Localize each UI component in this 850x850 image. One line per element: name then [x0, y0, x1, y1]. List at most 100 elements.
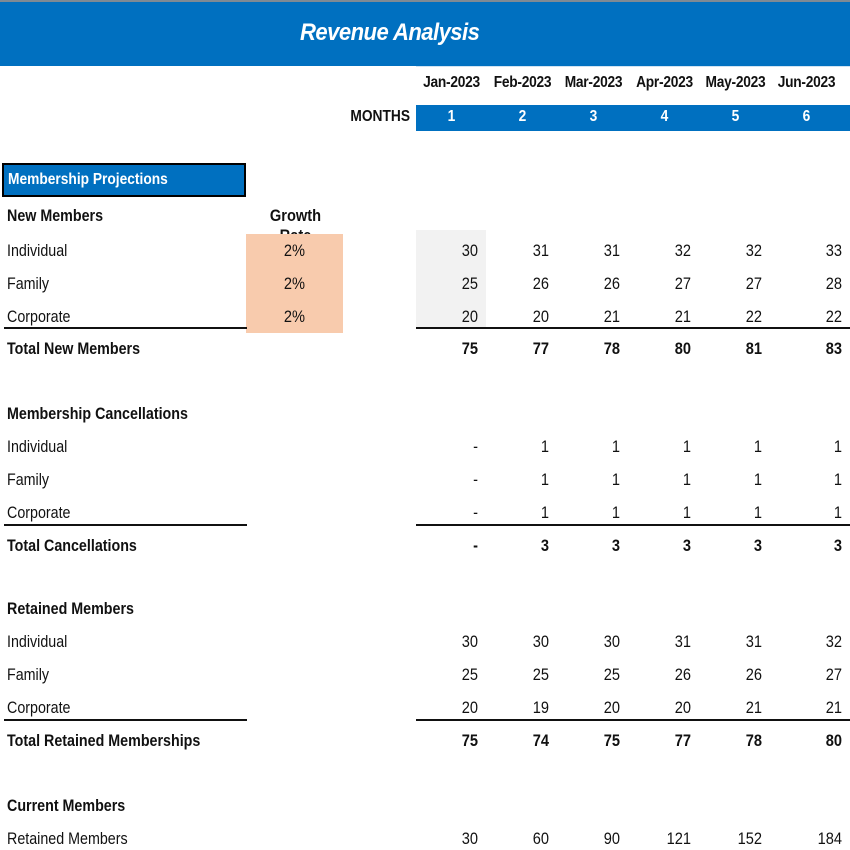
new-members-row-label: Individual — [7, 241, 68, 260]
current-row-cell[interactable]: 30 — [426, 829, 478, 849]
new-members-total-cell[interactable]: 77 — [497, 339, 549, 359]
retained-total-cell[interactable]: 78 — [710, 731, 762, 751]
growth-rate-value[interactable]: 2% — [253, 307, 336, 327]
cancellations-row-cell[interactable]: 1 — [710, 470, 762, 490]
current-heading: Current Members — [7, 796, 126, 815]
new-members-row-cell[interactable]: 25 — [426, 274, 478, 294]
month-number: 2 — [518, 108, 527, 125]
retained-row-cell[interactable]: 31 — [639, 632, 691, 652]
cancellations-row-cell[interactable]: - — [426, 470, 478, 490]
cancellations-total-cell[interactable]: 3 — [568, 536, 620, 556]
new-members-row-cell[interactable]: 30 — [426, 241, 478, 261]
retained-total-cell[interactable]: 80 — [790, 731, 842, 751]
new-members-row-cell[interactable]: 28 — [790, 274, 842, 294]
retained-row-cell[interactable]: 26 — [710, 665, 762, 685]
retained-row-cell[interactable]: 30 — [568, 632, 620, 652]
current-row-cell[interactable]: 60 — [497, 829, 549, 849]
new-members-row-cell[interactable]: 26 — [568, 274, 620, 294]
cancellations-row-cell[interactable]: 1 — [497, 503, 549, 523]
current-row-cell[interactable]: 184 — [790, 829, 842, 849]
cancellations-row-cell[interactable]: 1 — [790, 470, 842, 490]
cancellations-total-cell[interactable]: 3 — [790, 536, 842, 556]
cancellations-row-cell[interactable]: - — [426, 437, 478, 457]
cancellations-row-label: Corporate — [7, 503, 71, 522]
cancellations-row-cell[interactable]: 1 — [639, 470, 691, 490]
retained-row-cell[interactable]: 20 — [639, 698, 691, 718]
cancellations-total-cell[interactable]: 3 — [710, 536, 762, 556]
month-number: 5 — [731, 108, 740, 125]
month-date-header: Jun-2023 — [777, 74, 836, 91]
cancellations-row-cell[interactable]: 1 — [568, 437, 620, 457]
total-divider — [416, 719, 850, 721]
cancellations-total-cell[interactable]: - — [426, 536, 478, 556]
section-title-cell[interactable]: Membership Projections — [2, 163, 246, 197]
new-members-row-cell[interactable]: 22 — [710, 307, 762, 327]
retained-row-cell[interactable]: 30 — [426, 632, 478, 652]
new-members-row-cell[interactable]: 27 — [710, 274, 762, 294]
retained-row-cell[interactable]: 19 — [497, 698, 549, 718]
month-date-header: Jan-2023 — [423, 74, 480, 91]
retained-total-cell[interactable]: 77 — [639, 731, 691, 751]
cancellations-heading: Membership Cancellations — [7, 404, 188, 423]
cancellations-row-cell[interactable]: - — [426, 503, 478, 523]
new-members-row-cell[interactable]: 33 — [790, 241, 842, 261]
cancellations-row-cell[interactable]: 1 — [639, 437, 691, 457]
current-row-cell[interactable]: 121 — [639, 829, 691, 849]
retained-row-cell[interactable]: 31 — [710, 632, 762, 652]
total-divider — [4, 327, 247, 329]
retained-row-cell[interactable]: 25 — [568, 665, 620, 685]
retained-row-cell[interactable]: 30 — [497, 632, 549, 652]
cancellations-row-cell[interactable]: 1 — [568, 470, 620, 490]
retained-row-cell[interactable]: 20 — [426, 698, 478, 718]
retained-row-cell[interactable]: 32 — [790, 632, 842, 652]
cancellations-total-label: Total Cancellations — [7, 536, 137, 555]
cancellations-total-cell[interactable]: 3 — [639, 536, 691, 556]
new-members-total-cell[interactable]: 80 — [639, 339, 691, 359]
growth-rate-value[interactable]: 2% — [253, 274, 336, 294]
retained-total-cell[interactable]: 74 — [497, 731, 549, 751]
new-members-total-cell[interactable]: 78 — [568, 339, 620, 359]
cancellations-row-cell[interactable]: 1 — [497, 437, 549, 457]
new-members-row-cell[interactable]: 20 — [497, 307, 549, 327]
new-members-row-cell[interactable]: 27 — [639, 274, 691, 294]
month-number: 4 — [660, 108, 669, 125]
retained-row-cell[interactable]: 21 — [790, 698, 842, 718]
new-members-row-cell[interactable]: 32 — [710, 241, 762, 261]
retained-total-cell[interactable]: 75 — [568, 731, 620, 751]
cancellations-row-cell[interactable]: 1 — [710, 437, 762, 457]
new-members-total-cell[interactable]: 81 — [710, 339, 762, 359]
new-members-row-cell[interactable]: 31 — [568, 241, 620, 261]
new-members-total-cell[interactable]: 75 — [426, 339, 478, 359]
new-members-row-cell[interactable]: 20 — [426, 307, 478, 327]
retained-row-cell[interactable]: 25 — [426, 665, 478, 685]
retained-total-cell[interactable]: 75 — [426, 731, 478, 751]
cancellations-row-cell[interactable]: 1 — [710, 503, 762, 523]
retained-row-cell[interactable]: 27 — [790, 665, 842, 685]
cancellations-total-cell[interactable]: 3 — [497, 536, 549, 556]
new-members-row-cell[interactable]: 26 — [497, 274, 549, 294]
month-number: 3 — [589, 108, 598, 125]
current-row-cell[interactable]: 152 — [710, 829, 762, 849]
month-date-header: May-2023 — [705, 74, 766, 91]
retained-total-label: Total Retained Memberships — [7, 731, 201, 750]
new-members-row-cell[interactable]: 32 — [639, 241, 691, 261]
section-title: Membership Projections — [8, 171, 168, 188]
current-row-cell[interactable]: 90 — [568, 829, 620, 849]
cancellations-row-cell[interactable]: 1 — [639, 503, 691, 523]
new-members-row-cell[interactable]: 21 — [639, 307, 691, 327]
cancellations-row-cell[interactable]: 1 — [568, 503, 620, 523]
retained-row-cell[interactable]: 21 — [710, 698, 762, 718]
new-members-row-cell[interactable]: 22 — [790, 307, 842, 327]
retained-row-cell[interactable]: 26 — [639, 665, 691, 685]
cancellations-row-cell[interactable]: 1 — [790, 437, 842, 457]
retained-row-label: Individual — [7, 632, 68, 651]
cancellations-row-label: Individual — [7, 437, 68, 456]
retained-row-cell[interactable]: 25 — [497, 665, 549, 685]
growth-rate-value[interactable]: 2% — [253, 241, 336, 261]
retained-row-cell[interactable]: 20 — [568, 698, 620, 718]
new-members-total-cell[interactable]: 83 — [790, 339, 842, 359]
cancellations-row-cell[interactable]: 1 — [497, 470, 549, 490]
new-members-row-cell[interactable]: 31 — [497, 241, 549, 261]
cancellations-row-cell[interactable]: 1 — [790, 503, 842, 523]
new-members-row-cell[interactable]: 21 — [568, 307, 620, 327]
